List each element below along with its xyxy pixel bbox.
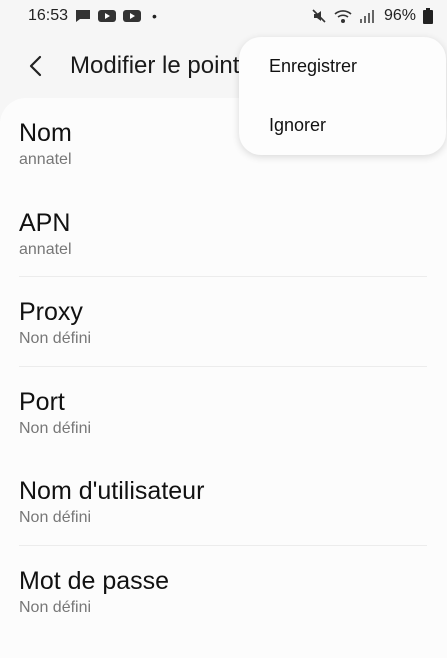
battery-percent: 96% <box>383 7 416 24</box>
field-value: Non défini <box>19 330 92 347</box>
status-time: 16:53 <box>28 7 69 24</box>
field-title: Port <box>19 387 65 416</box>
field-value: Non défini <box>19 419 92 437</box>
battery-icon <box>423 8 433 24</box>
field-row-apn[interactable]: APN annatel <box>0 188 447 277</box>
back-button[interactable] <box>16 46 56 86</box>
wifi-icon <box>334 8 352 24</box>
field-row-username[interactable]: Nom d'utilisateur Non défini <box>0 456 447 546</box>
overflow-menu: Enregistrer Ignorer <box>239 37 446 155</box>
back-arrow-icon <box>29 55 42 77</box>
signal-icon <box>359 8 375 24</box>
status-bar: 16:53 • 96% <box>0 0 447 32</box>
field-row-port[interactable]: Port Non défini <box>0 367 447 457</box>
status-bar-right: 96% <box>311 7 433 25</box>
status-bar-left: 16:53 • <box>28 7 157 25</box>
notification-dot-icon: • <box>152 8 157 24</box>
field-title: Proxy <box>19 298 83 326</box>
field-value: Non défini <box>19 509 92 526</box>
field-title: APN <box>19 208 71 237</box>
mute-icon <box>311 8 327 24</box>
field-value: Non défini <box>19 598 92 616</box>
field-value: annatel <box>19 240 72 258</box>
menu-item-save[interactable]: Enregistrer <box>239 37 446 96</box>
youtube-icon <box>123 9 142 23</box>
field-title: Mot de passe <box>19 566 170 595</box>
menu-item-discard[interactable]: Ignorer <box>239 96 446 155</box>
field-title: Nom d'utilisateur <box>19 477 205 505</box>
message-icon <box>75 9 91 23</box>
field-row-password[interactable]: Mot de passe Non défini <box>0 546 447 636</box>
apn-settings-list: Nom annatel APN annatel Proxy Non défini… <box>0 98 447 658</box>
field-row-proxy[interactable]: Proxy Non défini <box>0 277 447 367</box>
youtube-icon <box>98 9 117 23</box>
